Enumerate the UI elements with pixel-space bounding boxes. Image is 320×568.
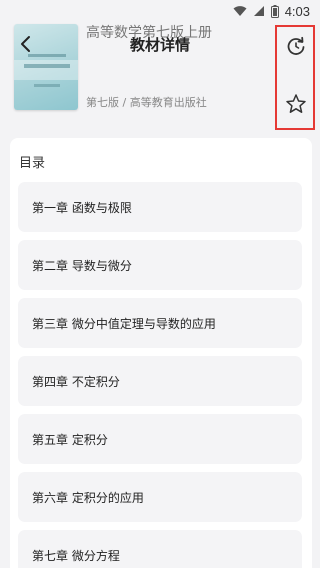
toc-panel: 目录 第一章 函数与极限 第二章 导数与微分 第三章 微分中值定理与导数的应用 … [10, 138, 312, 568]
signal-icon [253, 5, 265, 17]
chapter-item[interactable]: 第五章 定积分 [18, 414, 302, 464]
favorite-button[interactable] [285, 93, 307, 115]
star-icon [286, 94, 306, 113]
refresh-button[interactable] [285, 35, 307, 57]
action-highlight [275, 25, 315, 130]
chapter-item[interactable]: 第三章 微分中值定理与导数的应用 [18, 298, 302, 348]
clock: 4:03 [284, 3, 310, 19]
book-header: 高等数学第七版上册 教材详情 第七版 / 高等教育出版社 [0, 22, 320, 130]
page-title: 教材详情 [130, 36, 191, 54]
status-bar: 4:03 [0, 0, 320, 22]
chapter-item[interactable]: 第七章 微分方程 [18, 530, 302, 568]
battery-icon [270, 4, 279, 18]
chapter-item[interactable]: 第四章 不定积分 [18, 356, 302, 406]
chapter-item[interactable]: 第一章 函数与极限 [18, 182, 302, 232]
refresh-icon [287, 36, 305, 55]
back-arrow-icon [21, 36, 30, 52]
wifi-icon [233, 5, 247, 17]
chapter-item[interactable]: 第六章 定积分的应用 [18, 472, 302, 522]
back-button[interactable] [12, 30, 40, 58]
chapter-item[interactable]: 第二章 导数与微分 [18, 240, 302, 290]
chapter-list: 第一章 函数与极限 第二章 导数与微分 第三章 微分中值定理与导数的应用 第四章… [18, 182, 302, 568]
book-meta: 第七版 / 高等教育出版社 [86, 96, 207, 109]
toc-title: 目录 [19, 156, 46, 171]
